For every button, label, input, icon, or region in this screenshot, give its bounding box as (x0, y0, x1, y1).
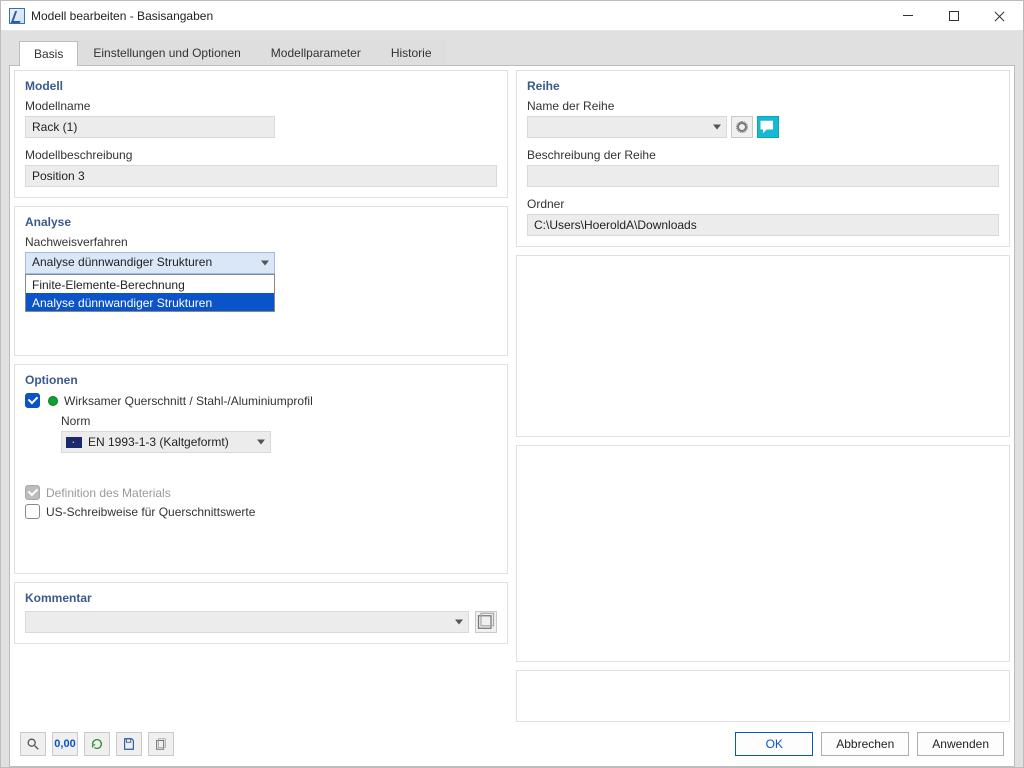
dropdown-item-fem[interactable]: Finite-Elemente-Berechnung (26, 275, 274, 293)
group-title-reihe: Reihe (527, 79, 999, 93)
input-beschreibung-der-reihe[interactable] (527, 165, 999, 187)
footer-tools: 0,00 (20, 732, 174, 756)
dropdown-list-nachweisverfahren: Finite-Elemente-Berechnung Analyse dünnw… (25, 274, 275, 312)
tab-modellparameter[interactable]: Modellparameter (256, 40, 376, 65)
titlebar: Modell bearbeiten - Basisangaben (1, 1, 1023, 31)
columns: Modell Modellname Modellbeschreibung Ana… (10, 66, 1014, 722)
refresh-icon (90, 737, 104, 751)
tab-basis[interactable]: Basis (19, 41, 78, 66)
tool-decimal-button[interactable]: 0,00 (52, 732, 78, 756)
group-modell: Modell Modellname Modellbeschreibung (14, 70, 508, 198)
save-icon (122, 737, 136, 751)
eu-flag-icon (66, 437, 82, 448)
client-area: Basis Einstellungen und Optionen Modellp… (1, 31, 1023, 767)
label-us-schreibweise: US-Schreibweise für Querschnittswerte (46, 505, 255, 519)
label-ordner: Ordner (527, 197, 999, 211)
row-us-schreibweise: US-Schreibweise für Querschnittswerte (25, 504, 497, 519)
dialog-footer: 0,00 OK Abbrechen Anwenden (10, 722, 1014, 766)
tabpage-basis: Modell Modellname Modellbeschreibung Ana… (9, 65, 1015, 767)
input-kommentar[interactable] (25, 611, 469, 633)
kommentar-row (25, 611, 497, 633)
empty-group-3 (516, 670, 1010, 722)
window-title: Modell bearbeiten - Basisangaben (31, 9, 213, 23)
row-wirksamer-querschnitt: Wirksamer Querschnitt / Stahl-/Aluminium… (25, 393, 497, 408)
close-icon (995, 11, 1005, 21)
reihe-settings-button[interactable] (731, 116, 753, 138)
group-title-analyse: Analyse (25, 215, 497, 229)
tab-einstellungen[interactable]: Einstellungen und Optionen (78, 40, 255, 65)
minimize-button[interactable] (885, 1, 931, 31)
label-wirksamer-querschnitt: Wirksamer Querschnitt / Stahl-/Aluminium… (64, 394, 313, 408)
reihe-buttons (731, 116, 779, 138)
empty-group-2 (516, 445, 1010, 662)
dropdown-nachweisverfahren[interactable]: Analyse dünnwandiger Strukturen Finite-E… (25, 252, 275, 274)
input-modellbeschreibung[interactable] (25, 165, 497, 187)
close-button[interactable] (977, 1, 1023, 31)
label-nachweisverfahren: Nachweisverfahren (25, 235, 497, 249)
group-title-modell: Modell (25, 79, 497, 93)
checkbox-wirksamer-querschnitt[interactable] (25, 393, 40, 408)
anwenden-button[interactable]: Anwenden (917, 732, 1004, 756)
label-definition-material: Definition des Materials (46, 486, 171, 500)
label-modellbeschreibung: Modellbeschreibung (25, 148, 497, 162)
minimize-icon (903, 15, 913, 16)
speech-bubble-icon (758, 117, 778, 137)
status-dot-icon (48, 396, 58, 406)
label-name-der-reihe: Name der Reihe (527, 99, 999, 113)
input-name-der-reihe[interactable] (527, 116, 727, 138)
gear-icon (737, 122, 747, 132)
input-ordner[interactable] (527, 214, 999, 236)
left-column: Modell Modellname Modellbeschreibung Ana… (14, 70, 508, 722)
reihe-info-button[interactable] (757, 116, 779, 138)
tool-search-button[interactable] (20, 732, 46, 756)
tabbar: Basis Einstellungen und Optionen Modellp… (9, 39, 1015, 65)
maximize-icon (949, 11, 959, 21)
search-icon (26, 737, 40, 751)
dropdown-nachweisverfahren-display[interactable]: Analyse dünnwandiger Strukturen (25, 252, 275, 274)
label-beschreibung-der-reihe: Beschreibung der Reihe (527, 148, 999, 162)
input-modellname[interactable] (25, 116, 275, 138)
tab-historie[interactable]: Historie (376, 40, 447, 65)
group-title-optionen: Optionen (25, 373, 497, 387)
label-norm: Norm (61, 414, 497, 428)
note-icon (476, 612, 496, 632)
maximize-button[interactable] (931, 1, 977, 31)
tool-refresh-button[interactable] (84, 732, 110, 756)
abbrechen-button[interactable]: Abbrechen (821, 732, 909, 756)
norm-row: EN 1993-1-3 (Kaltgeformt) (61, 431, 497, 453)
kommentar-pick-button[interactable] (475, 611, 497, 633)
group-kommentar: Kommentar (14, 582, 508, 644)
group-analyse: Analyse Nachweisverfahren Analyse dünnwa… (14, 206, 508, 356)
norm-value: EN 1993-1-3 (Kaltgeformt) (88, 435, 229, 449)
ok-button[interactable]: OK (735, 732, 813, 756)
checkbox-definition-material (25, 485, 40, 500)
group-reihe: Reihe Name der Reihe (516, 70, 1010, 247)
group-optionen: Optionen Wirksamer Querschnitt / Stahl-/… (14, 364, 508, 574)
copy-icon (154, 737, 168, 751)
empty-group-1 (516, 255, 1010, 437)
dropdown-item-thinwalled[interactable]: Analyse dünnwandiger Strukturen (26, 293, 274, 311)
label-modellname: Modellname (25, 99, 497, 113)
app-icon (9, 8, 25, 24)
dialog-window: Modell bearbeiten - Basisangaben Basis E… (0, 0, 1024, 768)
reihe-name-row (527, 116, 999, 138)
footer-buttons: OK Abbrechen Anwenden (735, 732, 1004, 756)
group-title-kommentar: Kommentar (25, 591, 497, 605)
row-definition-material: Definition des Materials (25, 485, 497, 500)
window-controls (885, 1, 1023, 31)
dropdown-norm[interactable]: EN 1993-1-3 (Kaltgeformt) (61, 431, 271, 453)
checkbox-us-schreibweise[interactable] (25, 504, 40, 519)
norm-block: Norm EN 1993-1-3 (Kaltgeformt) (61, 414, 497, 453)
right-column: Reihe Name der Reihe (516, 70, 1010, 722)
tool-copy-button[interactable] (148, 732, 174, 756)
tool-save-button[interactable] (116, 732, 142, 756)
